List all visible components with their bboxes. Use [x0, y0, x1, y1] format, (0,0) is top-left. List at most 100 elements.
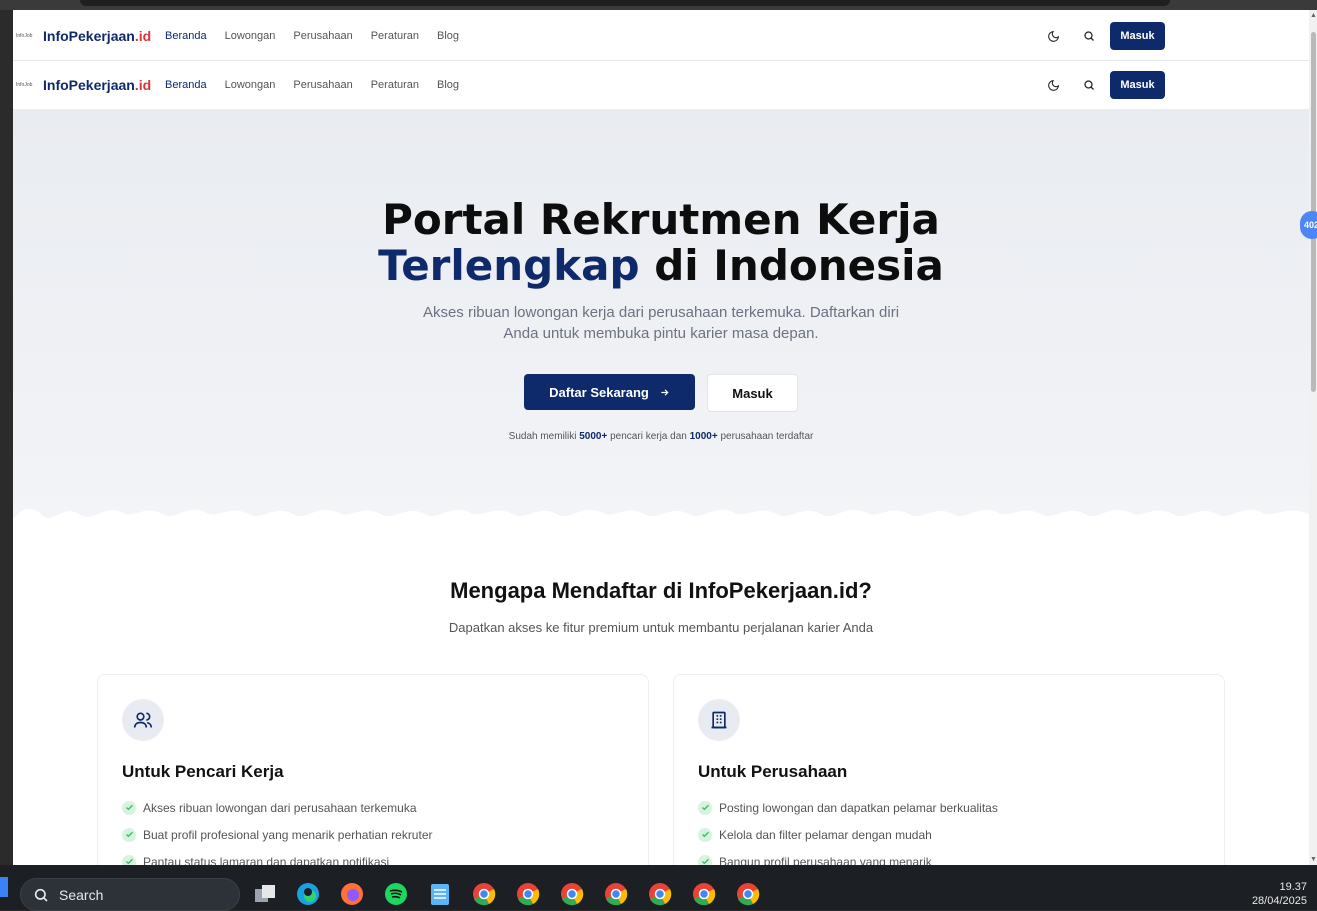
- logo-image: InfoJob: [16, 82, 33, 88]
- feature-card-companies: Untuk Perusahaan Posting lowongan dan da…: [673, 674, 1225, 865]
- nav-item-blog[interactable]: Blog: [437, 30, 459, 42]
- stats-suffix: perusahaan terdaftar: [717, 431, 814, 442]
- list-item: Akses ribuan lowongan dari perusahaan te…: [122, 794, 433, 821]
- chrome-icon[interactable]: [603, 881, 629, 907]
- features-subtitle: Dapatkan akses ke fitur premium untuk me…: [448, 620, 874, 635]
- check-icon: [122, 827, 136, 842]
- chrome-icon[interactable]: [647, 881, 673, 907]
- stats-prefix: Sudah memiliki: [508, 431, 580, 442]
- check-icon: [122, 800, 136, 815]
- site-logo[interactable]: InfoPekerjaan.id: [43, 77, 151, 93]
- browser-toolbar: [0, 0, 1317, 10]
- list-item-text: Pantau status lamaran dan dapatkan notif…: [143, 854, 390, 866]
- login-button[interactable]: Masuk: [1110, 71, 1165, 99]
- nav-item-peraturan[interactable]: Peraturan: [371, 30, 419, 42]
- search-icon: [34, 888, 48, 902]
- hero-title-highlight: Terlengkap: [378, 241, 640, 290]
- nav-item-blog[interactable]: Blog: [437, 79, 459, 91]
- list-item-text: Akses ribuan lowongan dari perusahaan te…: [143, 800, 417, 815]
- feature-card-title: Untuk Perusahaan: [698, 762, 848, 781]
- left-gutter: [0, 10, 13, 865]
- scroll-down-arrow-icon[interactable]: ▼: [1310, 856, 1317, 863]
- register-button[interactable]: Daftar Sekarang: [524, 374, 695, 410]
- nav-item-lowongan[interactable]: Lowongan: [225, 79, 276, 91]
- side-counter-badge[interactable]: 402: [1300, 211, 1317, 239]
- notepad-icon[interactable]: [427, 881, 453, 907]
- nav-item-beranda[interactable]: Beranda: [165, 30, 207, 42]
- login-button[interactable]: Masuk: [1110, 22, 1165, 50]
- hero-title-rest: di Indonesia: [639, 241, 944, 290]
- hero-section: Portal Rekrutmen Kerja Terlengkap di Ind…: [13, 109, 1309, 532]
- windows-taskbar: Search 19.37 28/04/2025: [0, 865, 1317, 911]
- nav-item-lowongan[interactable]: Lowongan: [225, 30, 276, 42]
- task-view-icon[interactable]: [252, 881, 278, 907]
- scroll-up-arrow-icon[interactable]: ▲: [1310, 12, 1317, 19]
- register-button-label: Daftar Sekarang: [549, 384, 649, 400]
- list-item: Pantau status lamaran dan dapatkan notif…: [122, 848, 433, 865]
- feature-list: Akses ribuan lowongan dari perusahaan te…: [122, 794, 433, 865]
- list-item: Bangun profil perusahaan yang menarik: [698, 848, 998, 865]
- chrome-icon[interactable]: [515, 881, 541, 907]
- windows-start-icon[interactable]: [0, 877, 8, 897]
- check-icon: [698, 827, 712, 842]
- users-icon: [122, 699, 164, 741]
- taskbar-search[interactable]: Search: [20, 878, 240, 911]
- hero-login-button[interactable]: Masuk: [707, 374, 798, 412]
- hero-wave-divider: [13, 508, 1309, 532]
- hero-title-line2: Terlengkap di Indonesia: [13, 243, 1309, 289]
- nav-item-perusahaan[interactable]: Perusahaan: [293, 30, 352, 42]
- list-item-text: Posting lowongan dan dapatkan pelamar be…: [719, 800, 998, 815]
- logo-name: InfoPekerjaan: [43, 28, 135, 44]
- chrome-icon[interactable]: [691, 881, 717, 907]
- building-icon: [698, 699, 740, 741]
- feature-card-title: Untuk Pencari Kerja: [122, 762, 284, 781]
- nav-links: Beranda Lowongan Perusahaan Peraturan Bl…: [165, 30, 459, 42]
- stats-seekers: 5000+: [579, 431, 608, 442]
- address-bar[interactable]: [80, 0, 1170, 6]
- chrome-icon[interactable]: [559, 881, 585, 907]
- check-icon: [122, 854, 136, 865]
- search-icon[interactable]: [1081, 77, 1097, 93]
- list-item-text: Buat profil profesional yang menarik per…: [143, 827, 433, 842]
- nav-links: Beranda Lowongan Perusahaan Peraturan Bl…: [165, 79, 459, 91]
- hero-stats: Sudah memiliki 5000+ pencari kerja dan 1…: [13, 431, 1309, 442]
- list-item: Posting lowongan dan dapatkan pelamar be…: [698, 794, 998, 821]
- firefox-icon[interactable]: [339, 881, 365, 907]
- spotify-icon[interactable]: [383, 881, 409, 907]
- taskbar-clock[interactable]: 19.37 28/04/2025: [1252, 880, 1307, 908]
- list-item: Buat profil profesional yang menarik per…: [122, 821, 433, 848]
- nav-item-perusahaan[interactable]: Perusahaan: [293, 79, 352, 91]
- arrow-right-icon: [661, 388, 669, 396]
- feature-list: Posting lowongan dan dapatkan pelamar be…: [698, 794, 998, 865]
- page-viewport: InfoJob InfoPekerjaan.id Beranda Lowonga…: [13, 10, 1309, 865]
- clock-date: 28/04/2025: [1251, 895, 1307, 907]
- moon-icon[interactable]: [1045, 28, 1061, 44]
- edge-browser-icon[interactable]: [295, 881, 321, 907]
- logo-tld: .id: [134, 77, 152, 93]
- search-icon[interactable]: [1081, 28, 1097, 44]
- navbar: InfoJob InfoPekerjaan.id Beranda Lowonga…: [13, 12, 1309, 61]
- features-title: Mengapa Mendaftar di InfoPekerjaan.id?: [450, 578, 872, 603]
- logo-name: InfoPekerjaan: [43, 77, 135, 93]
- sticky-navbar: InfoJob InfoPekerjaan.id Beranda Lowonga…: [13, 61, 1309, 110]
- feature-card-job-seekers: Untuk Pencari Kerja Akses ribuan lowonga…: [97, 674, 649, 865]
- logo-tld: .id: [134, 28, 152, 44]
- check-icon: [698, 854, 712, 865]
- logo-image: InfoJob: [16, 33, 33, 39]
- moon-icon[interactable]: [1045, 77, 1061, 93]
- list-item: Kelola dan filter pelamar dengan mudah: [698, 821, 998, 848]
- chrome-icon[interactable]: [471, 881, 497, 907]
- list-item-text: Bangun profil perusahaan yang menarik: [719, 854, 932, 866]
- nav-item-peraturan[interactable]: Peraturan: [371, 79, 419, 91]
- check-icon: [698, 800, 712, 815]
- chrome-icon[interactable]: [735, 881, 761, 907]
- site-logo[interactable]: InfoPekerjaan.id: [43, 28, 151, 44]
- list-item-text: Kelola dan filter pelamar dengan mudah: [719, 827, 932, 842]
- nav-item-beranda[interactable]: Beranda: [165, 79, 207, 91]
- hero-subtitle: Akses ribuan lowongan kerja dari perusah…: [422, 304, 900, 342]
- stats-companies: 1000+: [689, 431, 718, 442]
- hero-title-line1: Portal Rekrutmen Kerja: [382, 195, 940, 244]
- page-scrollbar[interactable]: ▲ ▼: [1309, 10, 1317, 865]
- stats-mid: pencari kerja dan: [607, 431, 690, 442]
- clock-time: 19.37: [1279, 881, 1307, 893]
